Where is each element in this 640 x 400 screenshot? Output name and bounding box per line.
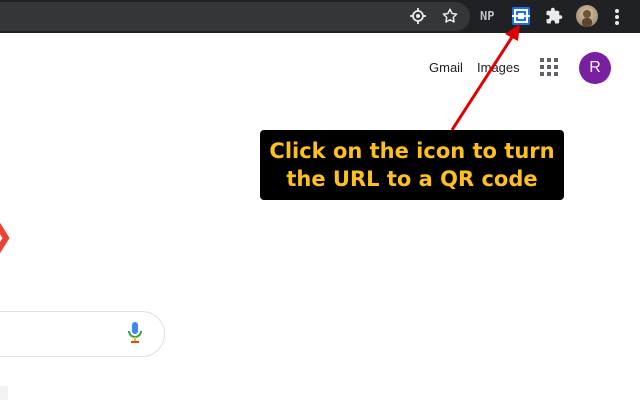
- instruction-callout: Click on the icon to turn the URL to a Q…: [260, 130, 564, 200]
- gmail-link[interactable]: Gmail: [429, 60, 463, 75]
- profile-avatar[interactable]: [576, 5, 598, 27]
- extensions-icon[interactable]: [544, 6, 564, 26]
- images-link[interactable]: Images: [477, 60, 520, 75]
- callout-line-2: the URL to a QR code: [286, 167, 538, 191]
- google-logo-fragment: [0, 218, 10, 258]
- address-bar[interactable]: [0, 2, 470, 31]
- location-icon[interactable]: [408, 6, 428, 26]
- microphone-icon[interactable]: [127, 321, 143, 345]
- callout-line-1: Click on the icon to turn: [269, 139, 555, 163]
- more-menu-icon[interactable]: [612, 7, 622, 27]
- qr-code-icon[interactable]: [511, 6, 531, 26]
- account-avatar[interactable]: R: [579, 52, 611, 84]
- bottom-left-element: [0, 386, 8, 400]
- browser-toolbar: NP: [0, 0, 640, 33]
- google-apps-icon[interactable]: [540, 58, 558, 76]
- np-extension-label[interactable]: NP: [480, 9, 494, 23]
- star-icon[interactable]: [440, 6, 460, 26]
